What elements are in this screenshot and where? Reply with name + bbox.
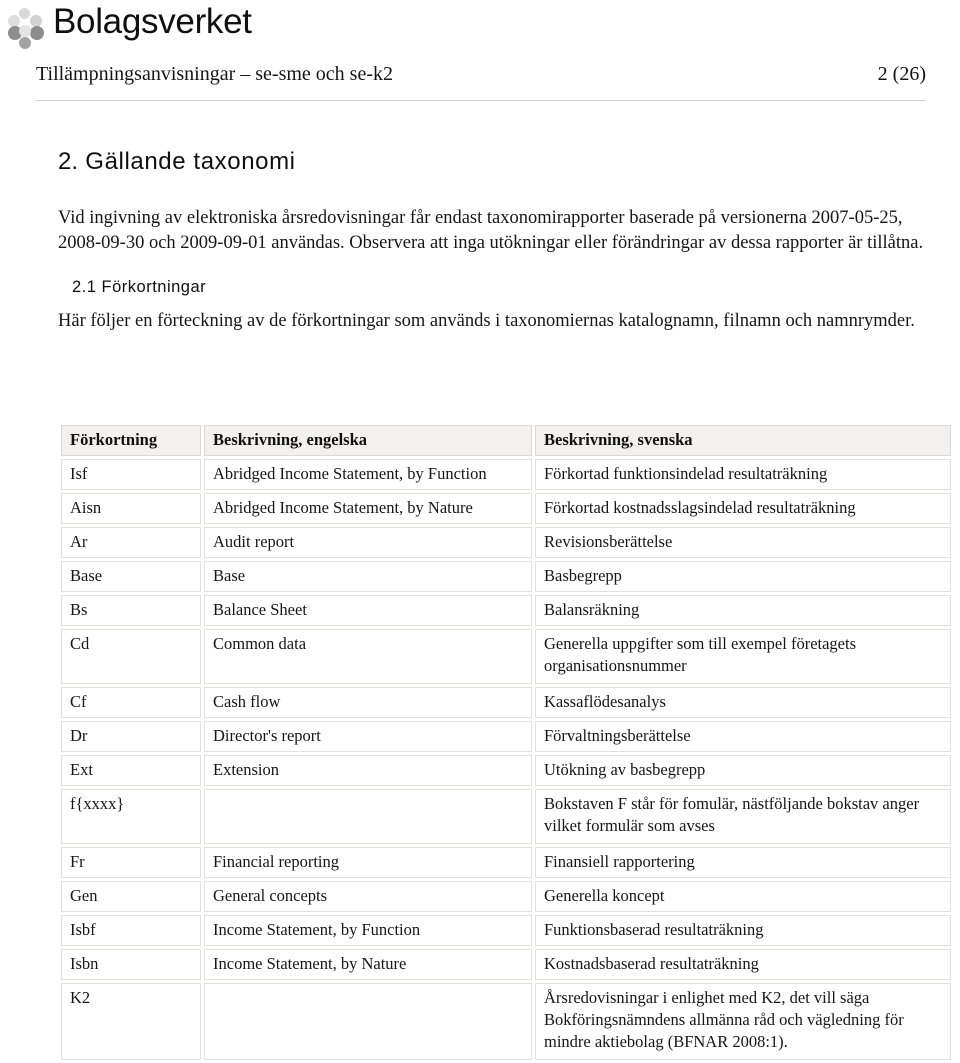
section-paragraph: Vid ingivning av elektroniska årsredovis… [58, 208, 924, 253]
cell-abbreviation: Base [61, 561, 201, 592]
cell-abbreviation: Cf [61, 687, 201, 718]
table-header-row: Förkortning Beskrivning, engelska Beskri… [61, 425, 951, 456]
cell-description-english: Financial reporting [204, 847, 532, 878]
table-row: Isbn Income Statement, by Nature Kostnadsb… [61, 949, 951, 980]
table-row: Dr Director's report Förvaltningsberättels… [61, 721, 951, 752]
cell-abbreviation: Isbf [61, 915, 201, 946]
cell-description-english: Abridged Income Statement, by Function [204, 459, 532, 490]
brand-name: Bolagsverket [53, 2, 252, 41]
cell-description-swedish: Årsredovisningar i enlighet med K2, det … [535, 983, 951, 1060]
table-row: K2 Årsredovisningar i enlighet med K2, de… [61, 983, 951, 1060]
cell-abbreviation: f{xxxx} [61, 789, 201, 844]
table-row: Bs Balance Sheet Balansräkning [61, 595, 951, 626]
cell-description-swedish: Bokstaven F står för fomulär, nästföljan… [535, 789, 951, 844]
cell-description-english: Common data [204, 629, 532, 684]
cell-description-english: Director's report [204, 721, 532, 752]
masthead: Bolagsverket [0, 0, 960, 58]
page-number: 2 (26) [877, 63, 926, 85]
cell-abbreviation: Isf [61, 459, 201, 490]
header-divider [36, 100, 926, 101]
cell-description-english: Balance Sheet [204, 595, 532, 626]
table-row: f{xxxx} Bokstaven F står för fomulär, näs… [61, 789, 951, 844]
document-running-header: Tillämpningsanvisningar – se-sme och se-… [36, 63, 926, 97]
cell-abbreviation: Cd [61, 629, 201, 684]
subsection-number: 2.1 [72, 278, 97, 296]
column-header-description-swedish: Beskrivning, svenska [535, 425, 951, 456]
table-row: Ext Extension Utökning av basbegrepp [61, 755, 951, 786]
abbreviations-table-wrapper: Förkortning Beskrivning, engelska Beskri… [58, 422, 954, 1063]
cell-abbreviation: Dr [61, 721, 201, 752]
section-heading: 2. Gällande taxonomi [58, 148, 952, 176]
abbreviations-table: Förkortning Beskrivning, engelska Beskri… [58, 422, 954, 1063]
section-title-text: Gällande taxonomi [85, 148, 296, 175]
cell-description-english: General concepts [204, 881, 532, 912]
table-row: Cd Common data Generella uppgifter som til… [61, 629, 951, 684]
subsection-title-text: Förkortningar [101, 278, 207, 296]
column-header-description-english: Beskrivning, engelska [204, 425, 532, 456]
cell-abbreviation: Ext [61, 755, 201, 786]
subsection-paragraph: Här följer en förteckning av de förkortn… [58, 311, 915, 331]
cell-description-english: Income Statement, by Nature [204, 949, 532, 980]
cell-description-swedish: Kassaflödesanalys [535, 687, 951, 718]
cell-description-swedish: Förvaltningsberättelse [535, 721, 951, 752]
cell-abbreviation: Ar [61, 527, 201, 558]
table-row: Gen General concepts Generella koncept [61, 881, 951, 912]
cell-description-english: Cash flow [204, 687, 532, 718]
cell-description-english: Base [204, 561, 532, 592]
column-header-abbreviation: Förkortning [61, 425, 201, 456]
cell-abbreviation: Fr [61, 847, 201, 878]
cell-description-swedish: Basbegrepp [535, 561, 951, 592]
table-row: Aisn Abridged Income Statement, by Nature… [61, 493, 951, 524]
cell-description-swedish: Kostnadsbaserad resultaträkning [535, 949, 951, 980]
cell-description-swedish: Förkortad kostnadsslagsindelad resultatr… [535, 493, 951, 524]
table-header: Förkortning Beskrivning, engelska Beskri… [61, 425, 951, 456]
cell-abbreviation: Aisn [61, 493, 201, 524]
table-row: Cf Cash flow Kassaflödesanalys [61, 687, 951, 718]
bolagsverket-dots-logo-icon [8, 8, 48, 50]
table-row: Fr Financial reporting Finansiell rapporte… [61, 847, 951, 878]
cell-description-swedish: Balansräkning [535, 595, 951, 626]
cell-description-swedish: Funktionsbaserad resultaträkning [535, 915, 951, 946]
cell-description-english [204, 789, 532, 844]
subsection-heading: 2.1 Förkortningar [72, 278, 952, 297]
table-row: Isf Abridged Income Statement, by Functio… [61, 459, 951, 490]
cell-abbreviation: Gen [61, 881, 201, 912]
cell-description-swedish: Finansiell rapportering [535, 847, 951, 878]
document-title: Tillämpningsanvisningar – se-sme och se-… [36, 63, 394, 85]
cell-description-english: Extension [204, 755, 532, 786]
cell-description-english: Audit report [204, 527, 532, 558]
section-number: 2. [58, 148, 79, 175]
table-row: Isbf Income Statement, by Function Funktio… [61, 915, 951, 946]
cell-description-swedish: Förkortad funktionsindelad resultaträkni… [535, 459, 951, 490]
cell-abbreviation: K2 [61, 983, 201, 1060]
cell-abbreviation: Isbn [61, 949, 201, 980]
cell-description-english [204, 983, 532, 1060]
cell-description-swedish: Utökning av basbegrepp [535, 755, 951, 786]
table-row: Base Base Basbegrepp [61, 561, 951, 592]
cell-abbreviation: Bs [61, 595, 201, 626]
table-body: Isf Abridged Income Statement, by Functio… [61, 459, 951, 1060]
cell-description-english: Income Statement, by Function [204, 915, 532, 946]
cell-description-english: Abridged Income Statement, by Nature [204, 493, 532, 524]
cell-description-swedish: Generella koncept [535, 881, 951, 912]
cell-description-swedish: Generella uppgifter som till exempel för… [535, 629, 951, 684]
cell-description-swedish: Revisionsberättelse [535, 527, 951, 558]
table-row: Ar Audit report Revisionsberättelse [61, 527, 951, 558]
page-content: 2. Gällande taxonomi Vid ingivning av el… [58, 148, 952, 350]
